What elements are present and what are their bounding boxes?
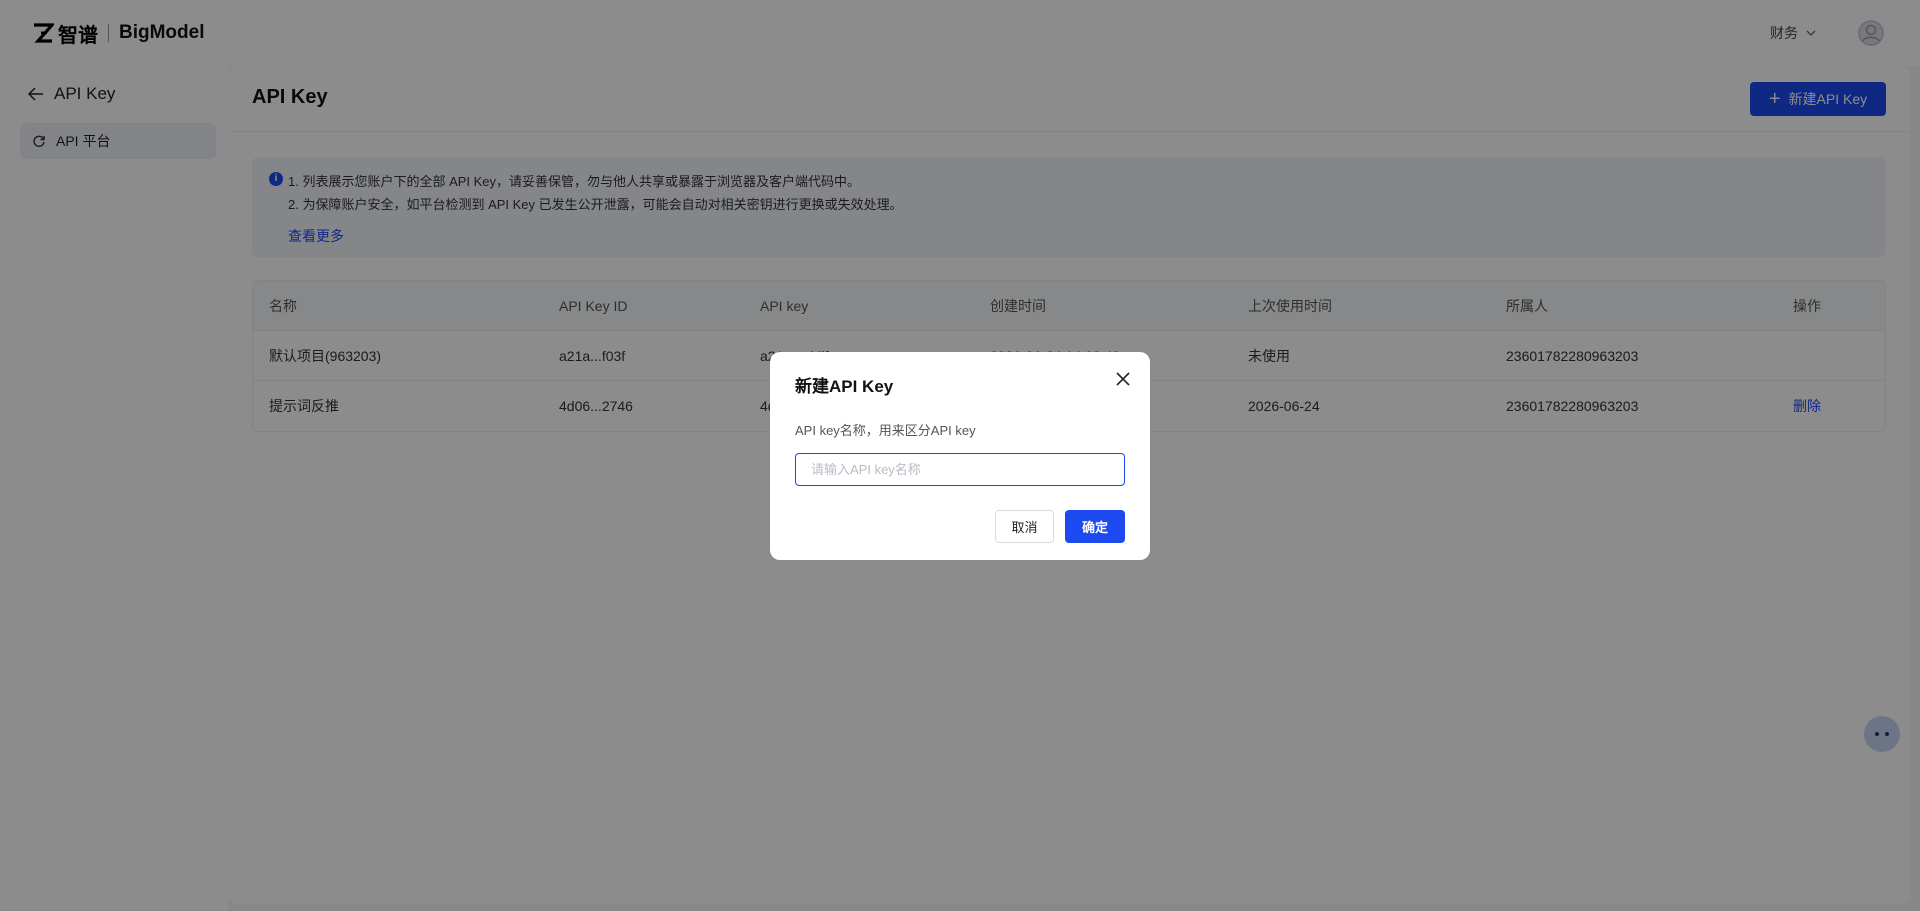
name-field-label: API key名称，用来区分API key (795, 423, 976, 438)
confirm-button[interactable]: 确定 (1065, 510, 1125, 543)
close-icon[interactable] (1114, 370, 1132, 388)
cancel-button[interactable]: 取消 (995, 510, 1054, 543)
new-api-key-dialog: 新建API Key API key名称，用来区分API key 取消 确定 (770, 352, 1150, 560)
dialog-title: 新建API Key (795, 377, 894, 396)
api-key-name-input[interactable] (795, 453, 1125, 486)
